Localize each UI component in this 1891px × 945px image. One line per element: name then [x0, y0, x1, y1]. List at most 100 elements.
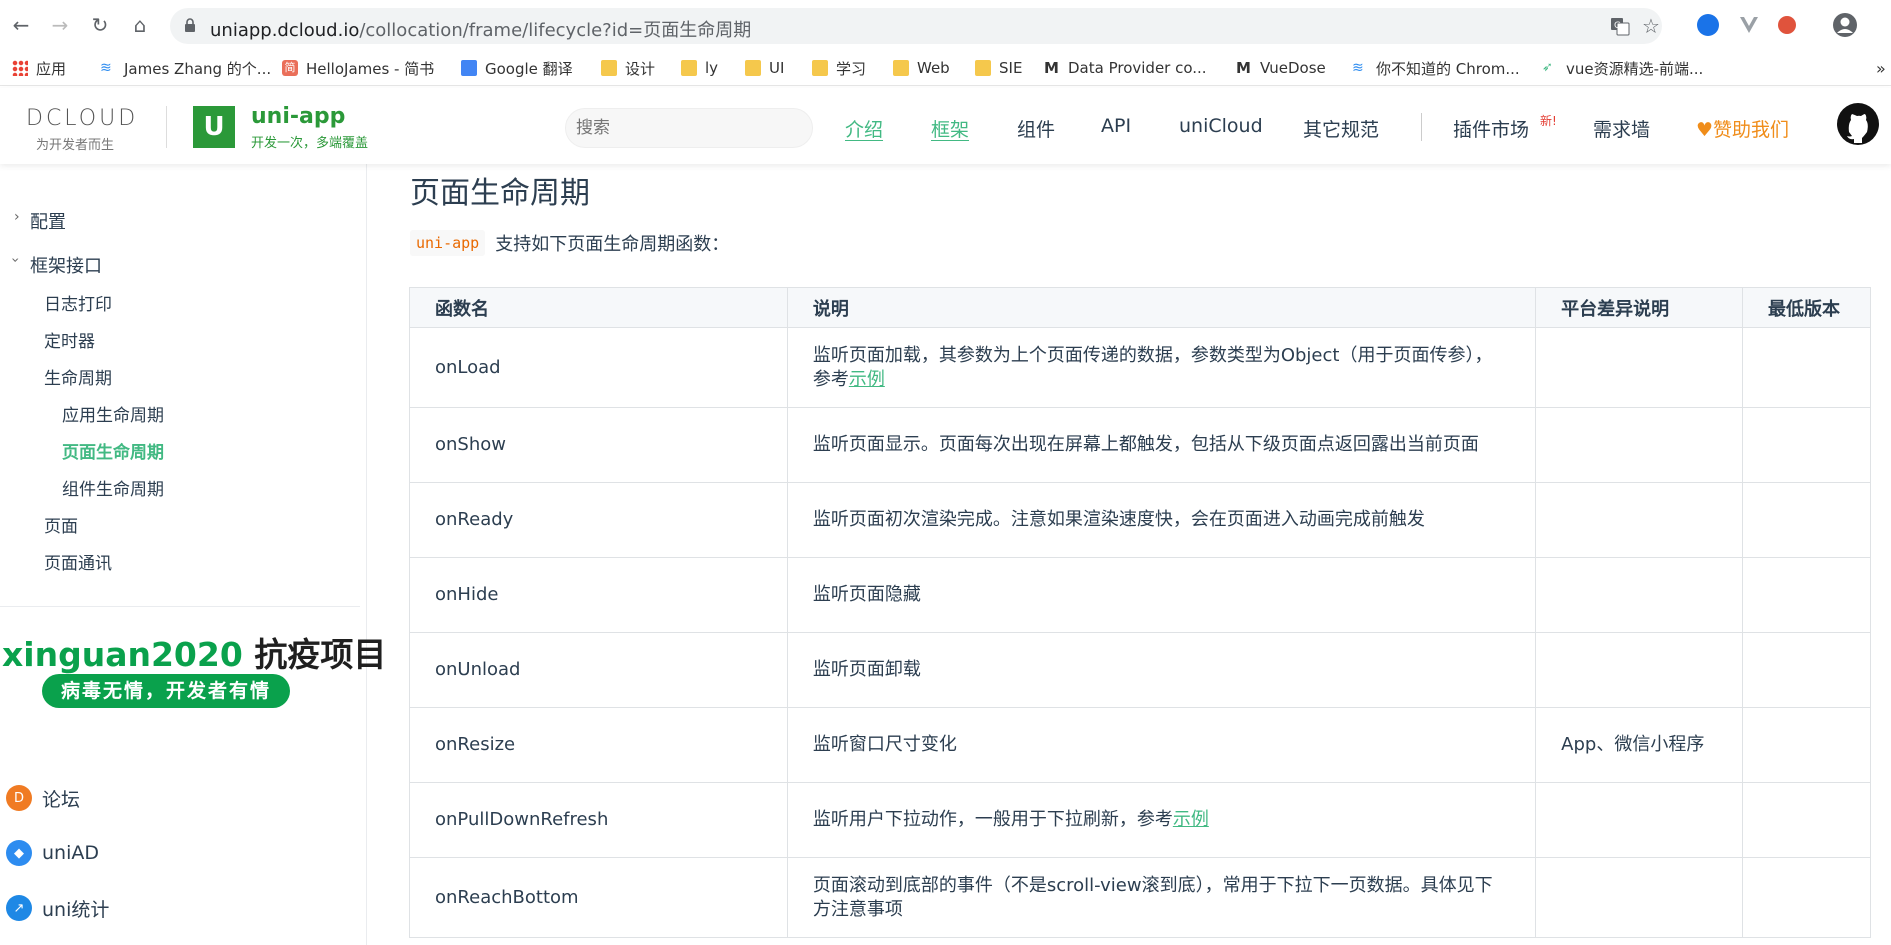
- sidebar-item-page-lifecycle[interactable]: 页面生命周期: [62, 438, 164, 463]
- bookmark-label: Data Provider co...: [1068, 59, 1207, 77]
- folder-icon: [812, 60, 828, 76]
- bookmark-vue-resources[interactable]: ➶ vue资源精选-前端...: [1542, 56, 1703, 80]
- bookmark-folder-design[interactable]: 设计: [601, 56, 655, 80]
- header-function-name: 函数名: [409, 287, 788, 328]
- sidebar-item-page[interactable]: 页面: [44, 512, 78, 537]
- sidebar-divider: [0, 606, 360, 607]
- bookmark-label: UI: [769, 59, 785, 77]
- github-icon[interactable]: [1836, 102, 1880, 146]
- sidebar-item-timer[interactable]: 定时器: [44, 327, 95, 352]
- bookmark-label: 应用: [36, 59, 67, 78]
- extension-g-icon[interactable]: [1697, 14, 1719, 36]
- nav-other-specs[interactable]: 其它规范: [1303, 115, 1379, 142]
- sidebar-item-page-comm[interactable]: 页面通讯: [44, 549, 112, 574]
- nav-plugin-market[interactable]: 插件市场: [1453, 115, 1529, 142]
- table-header-row: 函数名 说明 平台差异说明 最低版本: [409, 287, 1871, 328]
- bookmark-apps[interactable]: 应用: [12, 56, 66, 80]
- cell-platform: [1535, 632, 1744, 708]
- nav-components[interactable]: 组件: [1017, 115, 1055, 142]
- search-input[interactable]: [565, 108, 813, 148]
- bookmark-folder-web[interactable]: Web: [893, 56, 950, 80]
- dcloud-icon: ≋: [100, 60, 112, 76]
- sidebar-item-config[interactable]: 配置: [30, 208, 66, 234]
- bookmarks-more-button[interactable]: »: [1876, 56, 1886, 80]
- sidebar-item-app-lifecycle[interactable]: 应用生命周期: [62, 401, 164, 426]
- translate-page-icon[interactable]: G: [1610, 16, 1630, 36]
- new-badge: 新!: [1540, 114, 1557, 128]
- dcloud-logo[interactable]: DCLOUD: [26, 106, 138, 131]
- cell-platform: [1535, 407, 1744, 483]
- translate-icon: [461, 60, 477, 76]
- bookmark-folder-study[interactable]: 学习: [812, 56, 866, 80]
- star-icon[interactable]: ☆: [1642, 16, 1662, 36]
- bookmark-label: VueDose: [1260, 59, 1326, 77]
- bookmark-google-translate[interactable]: Google 翻译: [461, 56, 573, 80]
- sidebar-item-lifecycle[interactable]: 生命周期: [44, 364, 112, 389]
- gmail-icon: M: [1044, 59, 1059, 77]
- sidebar-item-component-lifecycle[interactable]: 组件生命周期: [62, 475, 164, 500]
- cell-version: [1742, 557, 1871, 633]
- bookmark-folder-sie[interactable]: SIE: [975, 56, 1022, 80]
- uni-stats-link[interactable]: ↗ uni统计: [6, 893, 109, 923]
- description-text: 监听页面初次渲染完成。注意如果渲染速度快，会在页面进入动画完成前触发: [812, 509, 1425, 530]
- bookmark-chrome-tips[interactable]: ≋ 你不知道的 Chrom...: [1352, 56, 1520, 80]
- url-text[interactable]: uniapp.dcloud.io/collocation/frame/lifec…: [210, 16, 751, 42]
- reload-icon[interactable]: ↻: [88, 13, 112, 37]
- bookmark-data-provider[interactable]: M Data Provider co...: [1044, 56, 1207, 80]
- sidebar-item-framework-api[interactable]: 框架接口: [30, 252, 102, 278]
- bookmark-folder-ly[interactable]: ly: [681, 56, 718, 80]
- description-text: 监听窗口尺寸变化: [812, 734, 957, 755]
- nav-separator: [1421, 113, 1422, 141]
- header-description: 说明: [786, 287, 1537, 328]
- promo-banner-pill[interactable]: 病毒无情，开发者有情: [42, 674, 290, 708]
- nav-framework[interactable]: 框架: [931, 115, 969, 142]
- uniad-link[interactable]: ◆ uniAD: [6, 838, 99, 868]
- nav-unicloud[interactable]: uniCloud: [1179, 115, 1263, 137]
- url-host: uniapp.dcloud.io: [210, 20, 360, 41]
- omnibox[interactable]: uniapp.dcloud.io/collocation/frame/lifec…: [170, 8, 1662, 44]
- forum-label: 论坛: [42, 788, 81, 811]
- sponsor-link[interactable]: ♥赞助我们: [1696, 115, 1789, 142]
- back-arrow-icon[interactable]: ←: [9, 13, 33, 37]
- description-text: 监听页面显示。页面每次出现在屏幕上都触发，包括从下级页面点返回露出当前页面: [812, 434, 1479, 455]
- cell-function-name: onPullDownRefresh: [409, 782, 788, 858]
- home-icon[interactable]: ⌂: [128, 13, 152, 37]
- table-row: onShow 监听页面显示。页面每次出现在屏幕上都触发，包括从下级页面点返回露出当…: [409, 407, 1871, 483]
- vue-devtools-icon[interactable]: [1738, 14, 1760, 36]
- bird-icon: ➶: [1542, 60, 1553, 75]
- bookmark-james[interactable]: ≋ James Zhang 的个...: [100, 56, 271, 80]
- nav-api[interactable]: API: [1101, 115, 1131, 137]
- uni-app-title[interactable]: uni-app: [251, 104, 345, 129]
- nav-intro[interactable]: 介绍: [845, 115, 883, 142]
- description-text: 页面滚动到底部的事件（不是scroll-view滚到底），常用于下拉下一页数据。…: [812, 874, 1493, 920]
- page-title: 页面生命周期: [410, 176, 590, 211]
- bookmark-label: 设计: [625, 59, 656, 78]
- cell-function-name: onResize: [409, 707, 788, 783]
- inline-code: uni-app: [410, 230, 486, 256]
- example-link[interactable]: 示例: [849, 369, 885, 390]
- cell-version: [1742, 707, 1871, 783]
- nav-demand-wall[interactable]: 需求墙: [1593, 115, 1650, 142]
- example-link[interactable]: 示例: [1173, 809, 1209, 830]
- bookmark-vuedose[interactable]: M VueDose: [1236, 56, 1326, 80]
- cell-platform: [1535, 482, 1744, 558]
- description-text: 监听页面加载，其参数为上个页面传递的数据，参数类型为Object（用于页面传参）…: [812, 344, 1493, 390]
- cell-version: [1742, 632, 1871, 708]
- cell-description: 监听页面显示。页面每次出现在屏幕上都触发，包括从下级页面点返回露出当前页面: [786, 407, 1537, 483]
- cell-function-name: onReachBottom: [409, 857, 788, 938]
- profile-icon[interactable]: [1832, 12, 1858, 38]
- uni-app-logo[interactable]: U: [193, 106, 235, 148]
- forward-arrow-icon[interactable]: →: [48, 13, 72, 37]
- extension-network-icon[interactable]: [1778, 16, 1796, 34]
- bookmark-jianshu[interactable]: 简 HelloJames - 简书: [282, 56, 434, 80]
- caret-down-icon: ›: [6, 257, 23, 263]
- table-row: onReady 监听页面初次渲染完成。注意如果渲染速度快，会在页面进入动画完成前触…: [409, 482, 1871, 558]
- sidebar-item-log[interactable]: 日志打印: [44, 290, 112, 315]
- promo-banner-title[interactable]: xinguan2020 抗疫项目: [2, 628, 386, 676]
- bookmark-label: vue资源精选-前端...: [1566, 59, 1704, 78]
- header-platform-diff: 平台差异说明: [1535, 287, 1744, 328]
- site-header: DCLOUD 为开发者而生 U uni-app 开发一次，多端覆盖 介绍 框架 …: [0, 88, 1891, 164]
- folder-icon: [745, 60, 761, 76]
- bookmark-folder-ui[interactable]: UI: [745, 56, 784, 80]
- forum-link[interactable]: D 论坛: [6, 783, 80, 813]
